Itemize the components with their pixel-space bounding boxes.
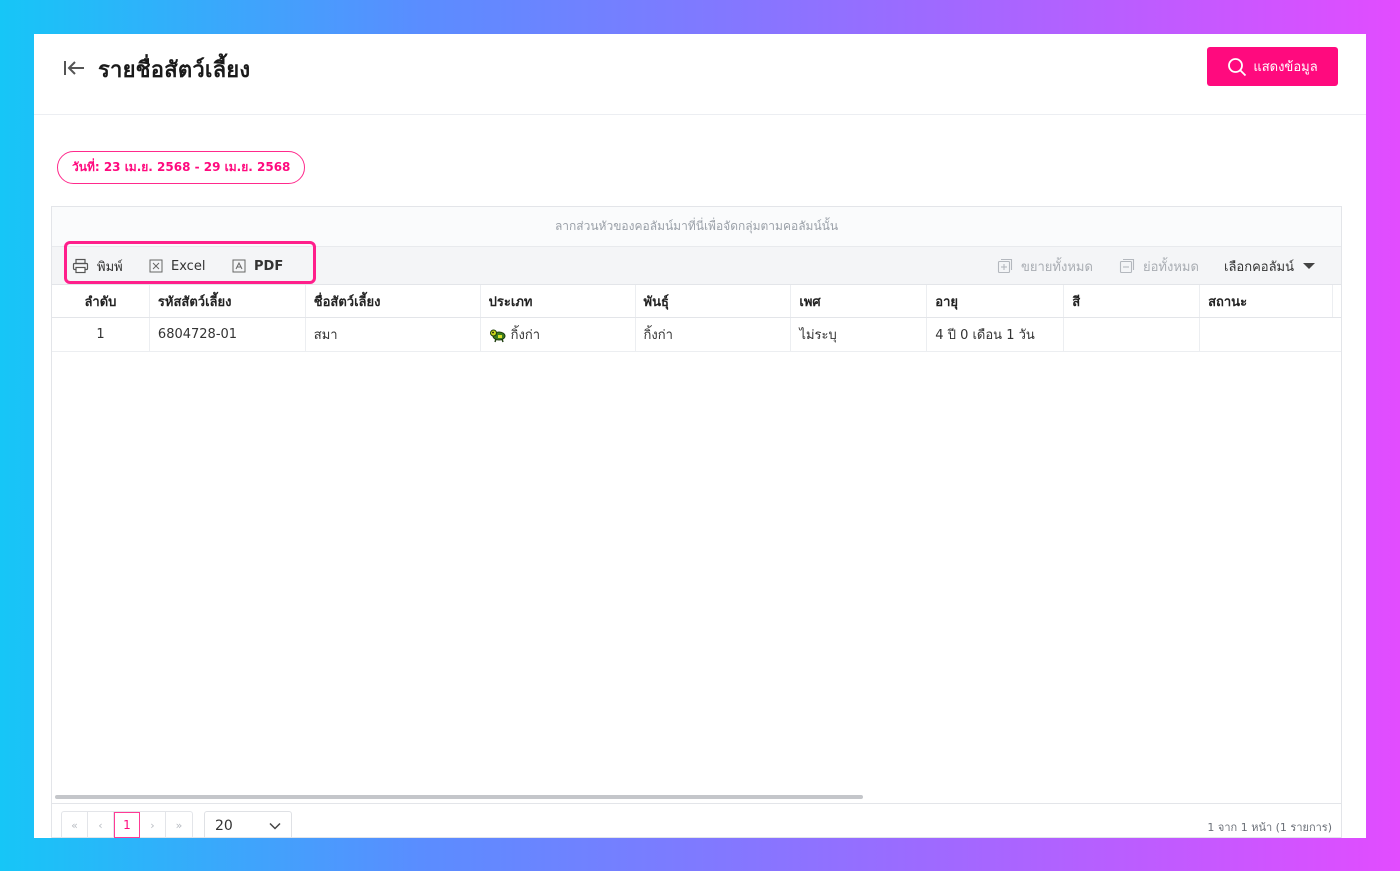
column-header-no[interactable]: ลำดับ [52, 285, 150, 317]
prev-page-button[interactable]: ‹ [88, 812, 114, 838]
date-range-chip[interactable]: วันที่: 23 เม.ย. 2568 - 29 เม.ย. 2568 [57, 151, 306, 184]
export-group-highlight [64, 241, 316, 284]
collapse-all-button[interactable]: ย่อทั้งหมด [1119, 247, 1199, 285]
chevron-down-icon [269, 822, 281, 830]
expand-all-button[interactable]: ขยายทั้งหมด [997, 247, 1093, 285]
page-header: รายชื่อสัตว์เลี้ยง แสดงข้อมูล [34, 34, 1366, 115]
group-panel-hint: ลากส่วนหัวของคอลัมน์มาที่นี่เพื่อจัดกลุ่… [554, 219, 839, 233]
expand-plus-icon [997, 258, 1013, 274]
show-data-button[interactable]: แสดงข้อมูล [1207, 47, 1338, 86]
page-1-button[interactable]: 1 [114, 812, 140, 838]
show-data-label: แสดงข้อมูล [1253, 60, 1318, 75]
pager: « ‹ 1 › » 20 1 จาก 1 หน้า (1 รายการ) [52, 803, 1341, 838]
cell-no: 1 [52, 318, 150, 351]
column-header-type[interactable]: ประเภท [481, 285, 636, 317]
column-header-pet-name[interactable]: ชื่อสัตว์เลี้ยง [306, 285, 481, 317]
column-header-status[interactable]: สถานะ [1200, 285, 1333, 317]
search-icon [1228, 57, 1247, 76]
page-title: รายชื่อสัตว์เลี้ยง [98, 58, 251, 83]
cell-pet-name: สมา [306, 318, 481, 351]
horizontal-scrollbar[interactable] [55, 795, 863, 799]
column-header-color[interactable]: สี [1064, 285, 1201, 317]
cell-type: กิ้งก่า [481, 318, 636, 351]
cell-sex: ไม่ระบุ [791, 318, 928, 351]
table-header-row: ลำดับ รหัสสัตว์เลี้ยง ชื่อสัตว์เลี้ยง ปร… [52, 285, 1341, 318]
page-size-value: 20 [215, 818, 233, 834]
caret-down-icon [1302, 261, 1316, 271]
column-chooser-button[interactable]: เลือกคอลัมน์ [1224, 247, 1316, 285]
lizard-icon [489, 329, 506, 342]
cell-status [1200, 318, 1333, 351]
expand-all-label: ขยายทั้งหมด [1021, 259, 1093, 275]
cell-age: 4 ปี 0 เดือน 1 วัน [927, 318, 1065, 351]
app-window: รายชื่อสัตว์เลี้ยง แสดงข้อมูล วันที่: 23… [34, 34, 1366, 838]
first-page-button[interactable]: « [62, 812, 88, 838]
column-header-breed[interactable]: พันธุ์ [636, 285, 792, 317]
cell-pet-id: 6804728-01 [150, 318, 306, 351]
column-header-age[interactable]: อายุ [927, 285, 1065, 317]
last-page-button[interactable]: » [166, 812, 192, 838]
page-info: 1 จาก 1 หน้า (1 รายการ) [1207, 821, 1332, 834]
column-header-pet-id[interactable]: รหัสสัตว์เลี้ยง [150, 285, 306, 317]
column-header-sex[interactable]: เพศ [791, 285, 928, 317]
grid-toolbar: พิมพ์ Excel PDF ขยายทั้งหมด ย่อทั้งหมด เ… [52, 241, 1341, 285]
column-chooser-label: เลือกคอลัมน์ [1224, 259, 1295, 275]
collapse-left-icon [64, 61, 84, 75]
page-size-select[interactable]: 20 [204, 811, 292, 838]
cell-color [1064, 318, 1201, 351]
cell-type-label: กิ้งก่า [510, 328, 541, 343]
back-button[interactable] [62, 58, 86, 78]
table-row[interactable]: 1 6804728-01 สมา กิ้งก่า กิ้งก่า ไม่ระบุ… [52, 318, 1341, 352]
next-page-button[interactable]: › [140, 812, 166, 838]
cell-breed: กิ้งก่า [636, 318, 792, 351]
collapse-all-label: ย่อทั้งหมด [1143, 259, 1199, 275]
collapse-minus-icon [1119, 258, 1135, 274]
pet-data-grid: ลากส่วนหัวของคอลัมน์มาที่นี่เพื่อจัดกลุ่… [51, 206, 1342, 838]
pagination-buttons: « ‹ 1 › » [61, 811, 193, 838]
